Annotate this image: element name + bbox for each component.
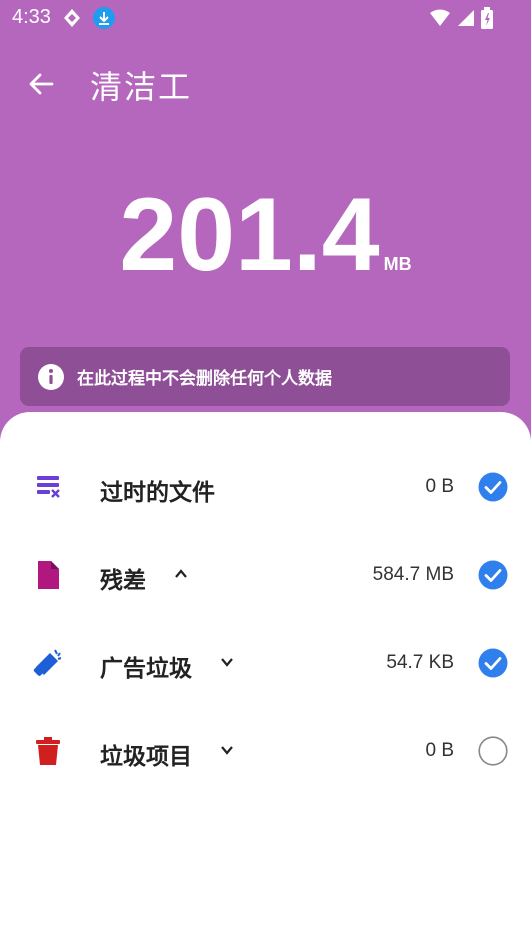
total-size: 201.4 MB — [0, 176, 531, 295]
status-icons-left — [60, 6, 116, 30]
app-notification-icon — [64, 9, 80, 27]
chevron-down-icon[interactable] — [220, 655, 234, 669]
chevron-up-icon[interactable] — [174, 567, 188, 581]
back-arrow-icon[interactable] — [24, 66, 60, 102]
junk-item-size: 0 B — [425, 740, 454, 761]
download-icon — [93, 7, 115, 29]
unchecked-checkbox-icon[interactable] — [478, 736, 508, 766]
checked-checkbox-icon[interactable] — [478, 472, 508, 502]
info-icon — [38, 363, 64, 390]
junk-item-size: 584.7 MB — [372, 564, 454, 585]
junk-list-sheet: 过时的文件 0 B 残差 584.7 MB 广告垃圾 54.7 KB 垃圾项目 … — [0, 412, 531, 952]
junk-item-residual[interactable]: 残差 584.7 MB — [0, 545, 531, 605]
total-size-unit: MB — [383, 254, 412, 274]
cell-signal-icon — [458, 10, 474, 26]
trash-icon — [36, 737, 60, 765]
junk-item-label: 残差 — [100, 568, 146, 594]
info-notice: 在此过程中不会删除任何个人数据 — [20, 347, 510, 406]
status-bar: 4:33 — [0, 0, 531, 36]
wifi-icon — [430, 9, 450, 26]
page-title: 清洁工 — [90, 68, 193, 106]
checked-checkbox-icon[interactable] — [478, 648, 508, 678]
notice-text: 在此过程中不会删除任何个人数据 — [77, 369, 332, 389]
junk-item-label: 过时的文件 — [100, 480, 215, 506]
junk-item-label: 广告垃圾 — [100, 656, 192, 682]
junk-item-ad-junk[interactable]: 广告垃圾 54.7 KB — [0, 633, 531, 693]
status-icons-right — [429, 7, 493, 29]
junk-item-label: 垃圾项目 — [100, 744, 192, 770]
junk-item-obsolete-files[interactable]: 过时的文件 0 B — [0, 457, 531, 517]
junk-item-size: 54.7 KB — [386, 652, 454, 673]
checked-checkbox-icon[interactable] — [478, 560, 508, 590]
app-bar: 清洁工 — [0, 54, 531, 114]
status-time: 4:33 — [12, 6, 51, 28]
obsolete-files-icon — [37, 476, 60, 498]
junk-item-size: 0 B — [425, 476, 454, 497]
battery-icon — [481, 7, 493, 29]
megaphone-icon — [33, 649, 62, 676]
junk-item-junk-items[interactable]: 垃圾项目 0 B — [0, 721, 531, 781]
document-icon — [38, 561, 59, 589]
chevron-down-icon[interactable] — [220, 743, 234, 757]
total-size-value: 201.4 — [119, 177, 380, 293]
